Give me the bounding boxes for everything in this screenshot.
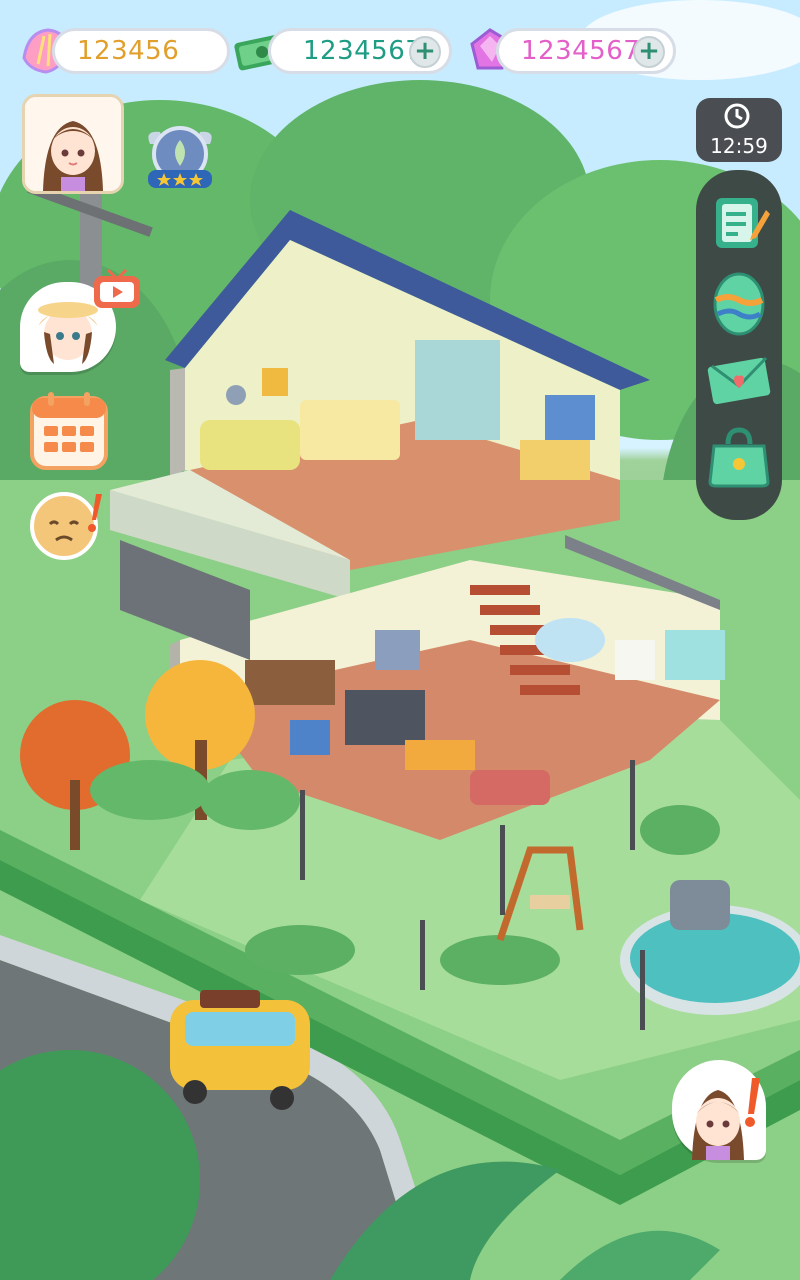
sad-face-alert-icon[interactable]: [30, 490, 110, 560]
shells-counter: 123456: [52, 28, 230, 74]
level-badge-icon[interactable]: [140, 122, 220, 194]
gems-counter: 1234567 +: [496, 28, 676, 74]
player-avatar-icon[interactable]: [22, 94, 124, 194]
egg-icon[interactable]: [704, 266, 774, 336]
add-cash-button[interactable]: +: [409, 36, 441, 68]
add-gems-button[interactable]: +: [633, 36, 665, 68]
cash-value: 1234567: [303, 36, 423, 66]
mail-icon[interactable]: [704, 344, 774, 414]
cash-counter: 1234567 +: [268, 28, 452, 74]
task-list-icon[interactable]: [704, 188, 774, 258]
video-ad-icon[interactable]: [92, 266, 142, 310]
shells-value: 123456: [77, 36, 180, 66]
timer-text: 12:59: [710, 134, 768, 158]
timer-widget: 12:59: [696, 98, 782, 162]
clock-icon: [724, 103, 750, 129]
bag-icon[interactable]: [704, 422, 774, 492]
gems-value: 1234567: [521, 36, 641, 66]
calendar-icon[interactable]: [30, 390, 108, 470]
npc-alert-icon[interactable]: [672, 1060, 766, 1160]
